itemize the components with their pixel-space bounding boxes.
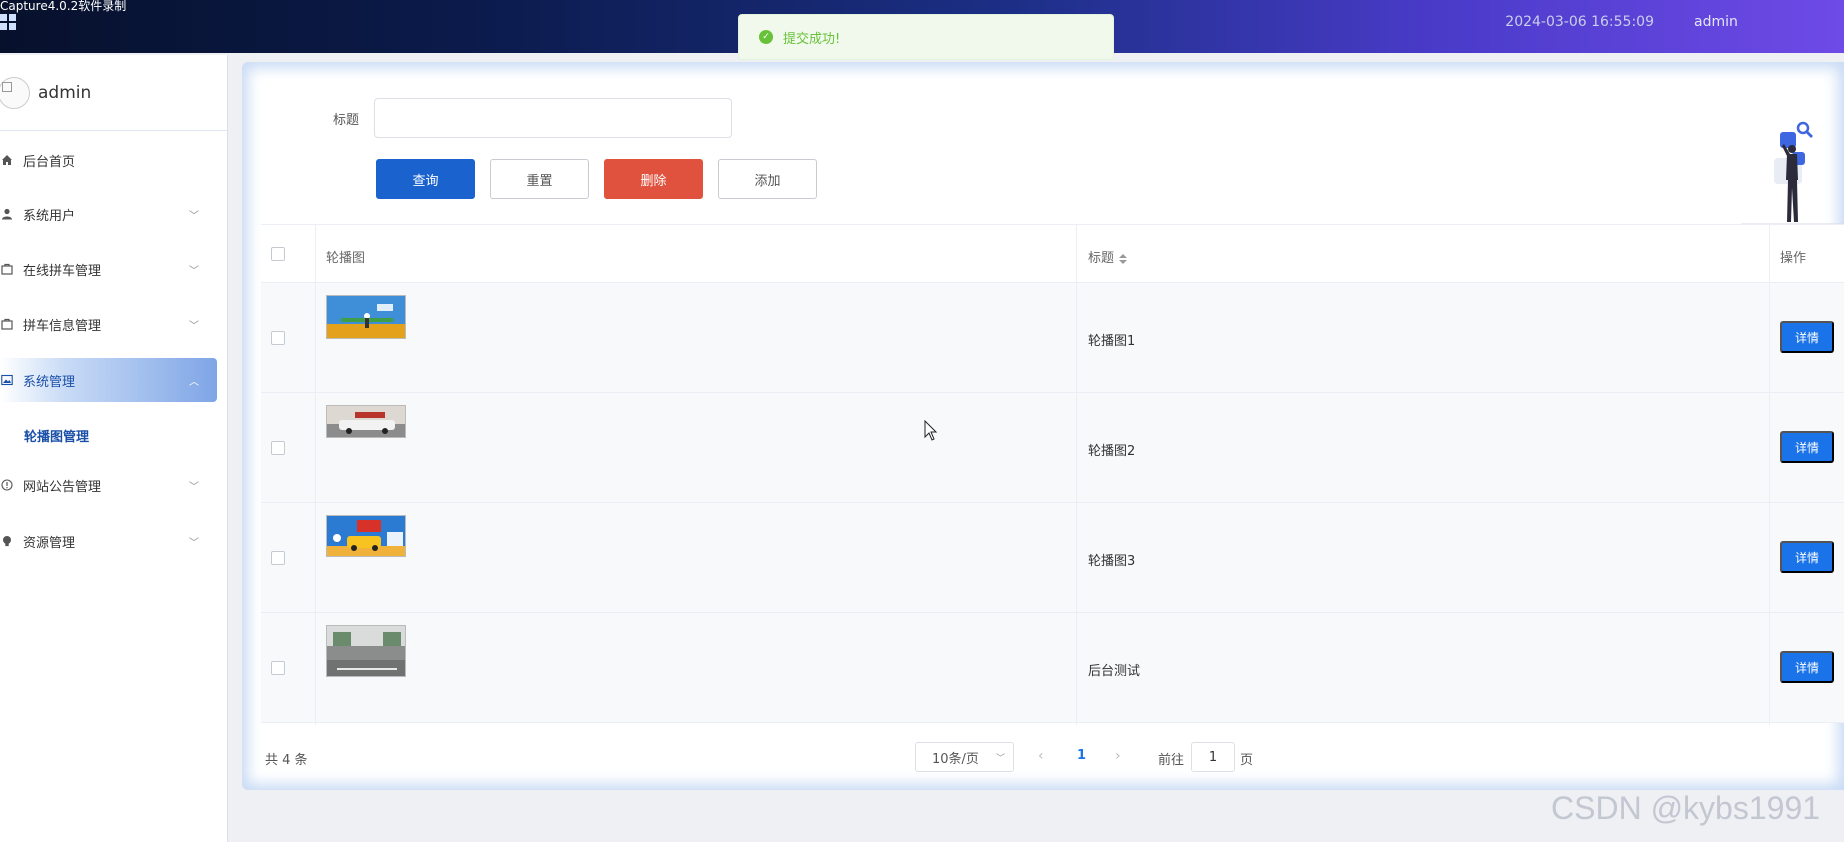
next-page-icon[interactable]: › (1115, 748, 1121, 764)
sidebar-item-system-management[interactable]: 系统管理 ︿ (0, 358, 217, 402)
sidebar-item-label: 拼车信息管理 (23, 318, 102, 334)
delete-button[interactable]: 删除 (604, 159, 703, 199)
page-size-select[interactable]: 10条/页 ﹀ (915, 742, 1014, 772)
table-row: 后台测试 详情 (261, 613, 1844, 723)
row-checkbox[interactable] (271, 331, 285, 345)
row-checkbox[interactable] (271, 551, 285, 565)
info-icon (0, 479, 14, 491)
row-title: 轮播图3 (1088, 554, 1136, 569)
sidebar-item-carpool-info[interactable]: 拼车信息管理 ﹀ (0, 302, 217, 346)
row-title: 轮播图2 (1088, 444, 1136, 459)
header-user[interactable]: admin (1694, 14, 1844, 30)
watermark: CSDN @kybs1991 (1551, 790, 1821, 826)
home-icon (0, 154, 14, 166)
bag-icon (0, 263, 14, 275)
column-divider (1769, 225, 1770, 725)
bag-icon (0, 318, 14, 330)
check-circle-icon: ✓ (759, 30, 773, 44)
column-divider (1076, 225, 1077, 725)
select-all-checkbox[interactable] (271, 247, 285, 261)
user-icon (0, 208, 14, 220)
carousel-thumbnail-2[interactable] (326, 405, 406, 438)
column-header-image: 轮播图 (326, 251, 366, 266)
chevron-down-icon: ﹀ (189, 210, 199, 222)
sidebar-item-system-users[interactable]: 系统用户 ﹀ (0, 192, 217, 236)
chevron-down-icon: ﹀ (995, 753, 1005, 764)
add-button[interactable]: 添加 (718, 159, 817, 199)
search-illustration (1740, 118, 1844, 226)
avatar (0, 76, 30, 109)
sidebar-item-label: 在线拼车管理 (23, 263, 102, 279)
chevron-down-icon: ﹀ (189, 481, 199, 493)
datetime: 2024-03-06 16:55:09 (1505, 14, 1654, 30)
current-page[interactable]: 1 (1077, 748, 1086, 763)
column-header-title-label: 标题 (1088, 251, 1115, 266)
page-size-value: 10条/页 (932, 751, 979, 767)
carousel-table: 轮播图 标题 操作 轮播图1 详情 轮播图2 详情 轮播图3 详情 后台测试 详… (261, 224, 1844, 725)
picture-icon (0, 374, 14, 386)
detail-button[interactable]: 详情 (1780, 321, 1834, 353)
toast-message: 提交成功! (783, 31, 841, 47)
detail-button[interactable]: 详情 (1780, 431, 1834, 463)
mouse-cursor-icon (924, 419, 938, 446)
goto-page-input[interactable]: 1 (1191, 742, 1235, 772)
sidebar-subitem-carousel[interactable]: 轮播图管理 (24, 426, 89, 445)
row-checkbox[interactable] (271, 441, 285, 455)
success-toast: ✓ 提交成功! (738, 14, 1114, 60)
table-row: 轮播图3 详情 (261, 503, 1844, 613)
chevron-down-icon: ﹀ (189, 265, 199, 277)
query-button[interactable]: 查询 (376, 159, 475, 199)
grid-menu-icon[interactable] (0, 14, 16, 30)
prev-page-icon[interactable]: ‹ (1038, 748, 1044, 764)
column-divider (315, 225, 316, 725)
carousel-thumbnail-4[interactable] (326, 625, 406, 677)
sidebar-item-label: 系统管理 (23, 374, 76, 390)
sidebar-item-resources[interactable]: 资源管理 ﹀ (0, 519, 217, 563)
chevron-up-icon: ︿ (189, 376, 199, 388)
sidebar-item-announcements[interactable]: 网站公告管理 ﹀ (0, 463, 217, 507)
table-header: 轮播图 标题 操作 (261, 225, 1844, 283)
carousel-thumbnail-3[interactable] (326, 515, 406, 557)
column-header-actions: 操作 (1780, 251, 1807, 266)
carousel-thumbnail-1[interactable] (326, 295, 406, 339)
sidebar-item-label: 网站公告管理 (23, 479, 102, 495)
chevron-down-icon: ﹀ (189, 320, 199, 332)
sidebar: admin 后台首页 系统用户 ﹀ 在线拼车管理 ﹀ 拼车信息管理 ﹀ 系统管理… (0, 55, 228, 842)
pagination-total: 共 4 条 (265, 753, 308, 768)
reset-button[interactable]: 重置 (490, 159, 589, 199)
recorder-label: Capture4.0.2软件录制 (0, 0, 127, 13)
sidebar-item-online-carpool[interactable]: 在线拼车管理 ﹀ (0, 247, 217, 291)
table-row: 轮播图1 详情 (261, 283, 1844, 393)
sidebar-item-label: 后台首页 (23, 154, 76, 170)
sidebar-user: admin (0, 55, 227, 131)
sidebar-item-home[interactable]: 后台首页 (0, 138, 217, 182)
page-suffix: 页 (1240, 753, 1254, 768)
row-title: 后台测试 (1088, 664, 1141, 679)
goto-label: 前往 (1158, 753, 1185, 768)
chevron-down-icon: ﹀ (189, 537, 199, 549)
bulb-icon (0, 535, 14, 547)
search-title-input[interactable] (374, 98, 732, 138)
sidebar-item-label: 资源管理 (23, 535, 76, 551)
row-checkbox[interactable] (271, 661, 285, 675)
detail-button[interactable]: 详情 (1780, 651, 1834, 683)
column-header-title[interactable]: 标题 (1088, 247, 1128, 266)
search-title-label: 标题 (333, 113, 360, 128)
sort-icon[interactable] (1119, 253, 1128, 264)
sidebar-user-name: admin (38, 82, 92, 103)
table-row: 轮播图2 详情 (261, 393, 1844, 503)
detail-button[interactable]: 详情 (1780, 541, 1834, 573)
row-title: 轮播图1 (1088, 334, 1136, 349)
sidebar-item-label: 系统用户 (23, 208, 76, 224)
